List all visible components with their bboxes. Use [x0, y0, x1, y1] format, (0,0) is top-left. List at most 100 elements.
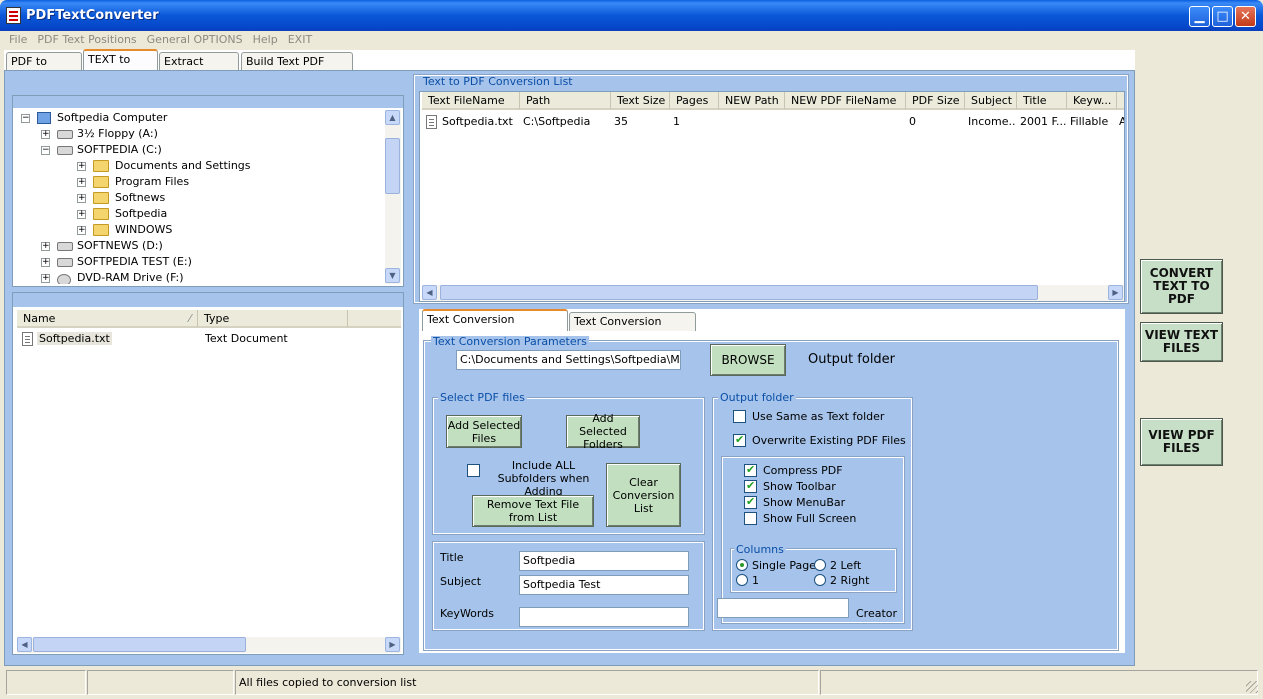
- include-subfolders-checkbox[interactable]: [467, 464, 480, 477]
- menu-file[interactable]: File: [4, 31, 32, 48]
- close-button[interactable]: ✕: [1235, 6, 1256, 27]
- conversion-list: Text FileName Path Text Size Pages NEW P…: [419, 91, 1125, 302]
- drive-icon: [57, 258, 73, 267]
- view-pdf-files-button[interactable]: VIEW PDF FILES: [1140, 418, 1223, 466]
- creator-input[interactable]: [717, 598, 849, 618]
- cell-pdf-size: 0: [909, 115, 916, 128]
- cell-title: 2001 F...: [1020, 115, 1066, 128]
- tab-build-text-pdf-page[interactable]: Build Text PDF Page: [241, 52, 353, 86]
- column-header-blank: [348, 310, 401, 328]
- overwrite-existing-checkbox[interactable]: [733, 433, 746, 447]
- keywords-input[interactable]: [519, 607, 689, 627]
- conversion-row[interactable]: Softpedia.txt C:\Softpedia 35 1 0 Income…: [420, 113, 1124, 129]
- keywords-label: KeyWords: [440, 607, 494, 620]
- tab-extract-images[interactable]: Extract Images: [159, 52, 239, 86]
- columns-2-left-label: 2 Left: [830, 559, 862, 572]
- scroll-left-icon[interactable]: ◀: [17, 637, 32, 652]
- menu-pdf-text-positions[interactable]: PDF Text Positions: [32, 31, 141, 48]
- folder-icon: [93, 160, 109, 172]
- column-header-path[interactable]: Path: [520, 92, 611, 110]
- app-icon: [6, 7, 21, 24]
- scroll-up-icon[interactable]: ▲: [385, 110, 400, 125]
- computer-icon: [37, 112, 51, 124]
- compress-pdf-checkbox[interactable]: [744, 463, 757, 477]
- column-header-type[interactable]: Type: [198, 310, 348, 328]
- column-header-title[interactable]: Title: [1017, 92, 1067, 110]
- status-cell-1: [6, 670, 86, 695]
- scroll-down-icon[interactable]: ▼: [385, 268, 400, 283]
- scroll-right-icon[interactable]: ▶: [1108, 285, 1123, 300]
- use-same-folder-checkbox[interactable]: [733, 410, 746, 423]
- menu-exit[interactable]: EXIT: [283, 31, 317, 48]
- cell-subject: Income...: [968, 115, 1016, 128]
- dvd-icon: [57, 274, 71, 284]
- columns-single-page-radio[interactable]: [736, 559, 748, 571]
- add-selected-files-button[interactable]: Add Selected Files: [446, 415, 522, 448]
- columns-1-label: 1: [752, 574, 759, 587]
- resize-grip-icon[interactable]: [1246, 681, 1258, 693]
- parameters-group-title: Text Conversion Parameters: [431, 335, 589, 348]
- menu-bar: File PDF Text Positions General OPTIONS Hel…: [4, 31, 1259, 49]
- include-subfolders-label: Include ALL Subfolders when Adding: [497, 459, 590, 498]
- show-full-screen-checkbox[interactable]: [744, 512, 757, 525]
- show-menubar-label: Show MenuBar: [763, 496, 846, 509]
- subject-input[interactable]: Softpedia Test: [519, 575, 689, 595]
- drive-icon: [57, 242, 73, 251]
- status-message: All files copied to conversion list: [235, 670, 819, 695]
- columns-2-right-radio[interactable]: [814, 574, 826, 586]
- scroll-right-icon[interactable]: ▶: [385, 637, 400, 652]
- tree-scrollbar[interactable]: ▲ ▼: [385, 110, 401, 284]
- use-same-folder-label: Use Same as Text folder: [752, 410, 885, 423]
- column-header-keywords[interactable]: Keyw...: [1067, 92, 1117, 110]
- column-header-new-path[interactable]: NEW Path: [719, 92, 785, 110]
- minimize-button[interactable]: ▁: [1189, 6, 1210, 27]
- column-header-pdf-size[interactable]: PDF Size: [906, 92, 965, 110]
- select-pdf-files-title: Select PDF files: [438, 391, 527, 404]
- convert-text-to-pdf-button[interactable]: CONVERT TEXT TO PDF: [1140, 259, 1223, 314]
- column-header-pages[interactable]: Pages: [670, 92, 719, 110]
- columns-2-left-radio[interactable]: [814, 559, 826, 571]
- menu-help[interactable]: Help: [248, 31, 283, 48]
- column-header-name[interactable]: Name ⁄: [17, 310, 198, 328]
- floppy-icon: [57, 130, 73, 139]
- column-header-text-filename[interactable]: Text FileName: [422, 92, 520, 110]
- browse-button[interactable]: BROWSE: [710, 344, 786, 376]
- conversion-list-scroll-thumb[interactable]: [440, 285, 1038, 300]
- overwrite-existing-label: Overwrite Existing PDF Files: [752, 434, 906, 447]
- columns-single-page-label: Single Page: [752, 559, 816, 572]
- show-menubar-checkbox[interactable]: [744, 495, 757, 509]
- tab-pdf-to-text[interactable]: PDF to TEXT: [6, 52, 82, 86]
- title-input[interactable]: Softpedia: [519, 551, 689, 571]
- scroll-left-icon[interactable]: ◀: [422, 285, 437, 300]
- column-header-text-size[interactable]: Text Size: [611, 92, 670, 110]
- clear-conversion-list-button[interactable]: Clear Conversion List: [606, 463, 681, 527]
- conversion-list-hscrollbar[interactable]: ◀ ▶: [422, 285, 1124, 301]
- column-header-extra: [1117, 92, 1124, 110]
- show-toolbar-checkbox[interactable]: [744, 479, 757, 493]
- tab-text-conversion-settings[interactable]: Text Conversion Settings: [569, 312, 696, 346]
- folder-path-input[interactable]: C:\Documents and Settings\Softpedia\My D…: [456, 350, 681, 370]
- subject-label: Subject: [440, 575, 482, 588]
- remove-text-file-button[interactable]: Remove Text File from List: [472, 495, 594, 527]
- tree-scroll-thumb[interactable]: [385, 138, 400, 194]
- menu-general-options[interactable]: General OPTIONS: [142, 31, 248, 48]
- show-full-screen-label: Show Full Screen: [763, 512, 857, 525]
- status-cell-4: [820, 670, 1258, 695]
- status-cell-2: [87, 670, 234, 695]
- file-list-scroll-thumb[interactable]: [33, 637, 246, 652]
- columns-1-radio[interactable]: [736, 574, 748, 586]
- column-header-new-pdf-filename[interactable]: NEW PDF FileName: [785, 92, 906, 110]
- column-header-subject[interactable]: Subject: [965, 92, 1017, 110]
- tab-text-conversion-parameters[interactable]: Text Conversion Parameters: [422, 309, 568, 344]
- output-folder-group-title: Output folder: [718, 391, 796, 404]
- cell-pages: 1: [673, 115, 680, 128]
- folder-icon: [93, 208, 109, 220]
- cell-extra: A: [1119, 115, 1124, 128]
- maximize-button[interactable]: □: [1212, 6, 1233, 27]
- add-selected-folders-button[interactable]: Add Selected Folders: [566, 412, 640, 451]
- tab-text-to-pdf[interactable]: TEXT to PDF: [83, 49, 158, 84]
- file-row[interactable]: Softpedia.txt Text Document: [19, 331, 399, 347]
- drive-icon: [57, 146, 73, 155]
- view-text-files-button[interactable]: VIEW TEXT FILES: [1140, 322, 1223, 362]
- file-list-hscrollbar[interactable]: ◀ ▶: [17, 637, 401, 653]
